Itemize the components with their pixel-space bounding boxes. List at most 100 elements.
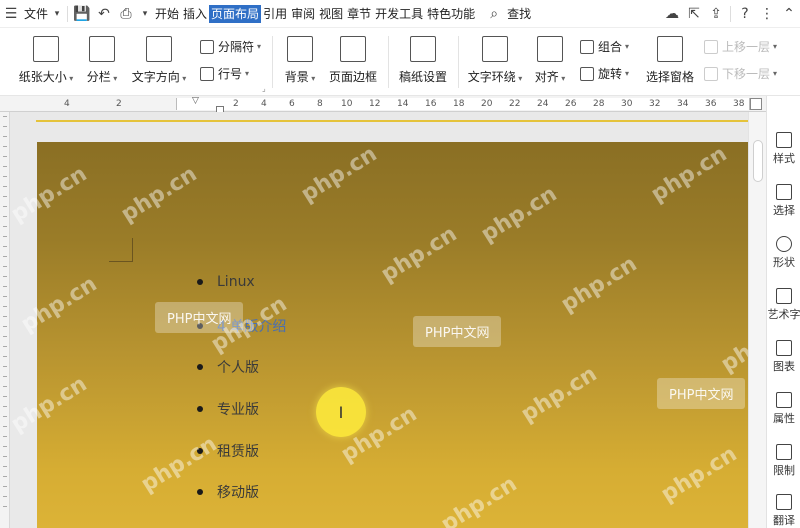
group-button[interactable]: 组合 ▾	[580, 38, 629, 55]
vertical-scrollbar[interactable]	[748, 112, 766, 528]
tab-page-layout[interactable]: 页面布局	[209, 4, 262, 23]
vruler-mark	[3, 376, 7, 377]
share-icon[interactable]: ⇱	[683, 0, 705, 28]
chevron-down-icon[interactable]: ▾	[50, 0, 64, 28]
file-menu[interactable]: 文件	[22, 0, 50, 28]
list-item[interactable]: Linux	[197, 274, 255, 290]
text-direction-button[interactable]: 文字方向	[128, 34, 190, 85]
ruler-tick: 18	[453, 99, 465, 109]
text-direction-icon	[146, 36, 172, 62]
vertical-ruler[interactable]	[0, 112, 10, 528]
vruler-mark	[3, 406, 7, 407]
line-number-button[interactable]: 行号 ▾	[200, 65, 249, 82]
export-icon[interactable]: ⇪	[705, 0, 727, 28]
rotate-button[interactable]: 旋转 ▾	[580, 65, 629, 82]
help-icon[interactable]: ?	[734, 0, 756, 28]
watermark: php.cn	[476, 181, 562, 248]
vruler-mark	[3, 456, 7, 457]
send-backward-icon	[704, 66, 718, 81]
columns-icon	[89, 36, 115, 62]
background-button[interactable]: 背景	[282, 34, 318, 85]
side-panel-translate[interactable]: 翻译	[767, 494, 800, 528]
tab-special-features[interactable]: 特色功能	[425, 0, 477, 28]
cloud-sync-icon[interactable]: ☁	[661, 0, 683, 28]
hamburger-menu-icon[interactable]: ☰	[0, 0, 22, 28]
document-page[interactable]: Linux 4 单版介绍 个人版 专业版 租赁版 移动版 php.cn php.…	[7, 142, 800, 528]
search-button[interactable]: 查找	[505, 0, 533, 28]
side-panel-wordart[interactable]: 艺术字	[767, 288, 800, 322]
align-button[interactable]: 对齐	[532, 34, 568, 85]
print-icon[interactable]: ⎙	[115, 0, 137, 28]
separator-button[interactable]: 分隔符 ▾	[200, 38, 261, 55]
ribbon-divider	[458, 36, 459, 88]
background-icon	[287, 36, 313, 62]
divider	[67, 5, 69, 22]
side-panel-shapes[interactable]: 形状	[767, 236, 800, 270]
ruler-tick: 24	[537, 99, 549, 109]
search-icon[interactable]: ⌕	[483, 0, 505, 28]
document-canvas[interactable]: Linux 4 单版介绍 个人版 专业版 租赁版 移动版 php.cn php.…	[7, 112, 800, 528]
tab-review[interactable]: 审阅	[289, 0, 317, 28]
watermark: php.cn	[556, 251, 642, 318]
align-icon	[537, 36, 563, 62]
list-item[interactable]: 租赁版	[197, 441, 259, 461]
paper-size-button[interactable]: 纸张大小	[14, 34, 78, 85]
vruler-mark	[3, 236, 7, 237]
vruler-mark	[3, 486, 7, 487]
vruler-mark	[3, 426, 7, 427]
more-chevron-icon[interactable]: ▾	[137, 0, 153, 28]
list-item[interactable]: 专业版	[197, 399, 259, 419]
vruler-mark	[3, 346, 7, 347]
text-wrap-button[interactable]: 文字环绕	[464, 34, 526, 85]
ruler-tick: 16	[425, 99, 437, 109]
save-icon[interactable]: 💾	[71, 0, 93, 28]
ruler-tick: 22	[509, 99, 521, 109]
bullet-icon	[197, 279, 203, 285]
list-item[interactable]: 移动版	[197, 482, 259, 502]
undo-redo-icon[interactable]: ↶	[93, 0, 115, 28]
side-panel-restrict[interactable]: 限制	[767, 444, 800, 478]
side-panel-styles[interactable]: 样式	[767, 132, 800, 166]
ribbon-page-layout: 纸张大小 分栏 文字方向 分隔符▾ 行号▾ 背景 页面边框 稿纸设置 文字环绕 …	[0, 28, 800, 96]
shapes-icon	[776, 236, 792, 252]
scrollbar-thumb[interactable]	[753, 140, 763, 182]
dialog-launcher-icon[interactable]: ⌟	[262, 84, 266, 93]
ribbon-divider	[388, 36, 389, 88]
tab-developer[interactable]: 开发工具	[373, 0, 425, 28]
tab-insert[interactable]: 插入	[181, 0, 209, 28]
ruler-toggle-button[interactable]	[750, 98, 762, 110]
side-panel-select[interactable]: 选择	[767, 184, 800, 218]
tab-home[interactable]: 开始	[153, 0, 181, 28]
ruler-tick: 2	[233, 99, 239, 109]
tab-section[interactable]: 章节	[345, 0, 373, 28]
vruler-mark	[3, 466, 7, 467]
side-panel-charts[interactable]: 图表	[767, 340, 800, 374]
page-border-button[interactable]: 页面边框	[326, 34, 380, 85]
columns-button[interactable]: 分栏	[82, 34, 122, 85]
selection-pane-button[interactable]: 选择窗格	[644, 34, 696, 85]
vruler-mark	[3, 116, 7, 117]
vruler-mark	[3, 246, 7, 247]
side-panel-properties[interactable]: 属性	[767, 392, 800, 426]
draft-paper-button[interactable]: 稿纸设置	[396, 34, 450, 85]
vruler-mark	[3, 396, 7, 397]
vruler-mark	[3, 216, 7, 217]
tab-references[interactable]: 引用	[261, 0, 289, 28]
indent-marker-icon[interactable]: ▽	[192, 96, 199, 106]
vruler-mark	[3, 126, 7, 127]
horizontal-ruler[interactable]: 4 2 2 4 6 8 10 12 14 16 18 20 22 24 26 2…	[0, 96, 766, 114]
vruler-mark	[3, 326, 7, 327]
more-options-icon[interactable]: ⋮	[756, 0, 778, 28]
ruler-tick: 20	[481, 99, 493, 109]
watermark: php.cn	[6, 161, 92, 228]
wordart-icon	[776, 288, 792, 304]
ruler-tick: 36	[705, 99, 717, 109]
vruler-mark	[3, 196, 7, 197]
tab-view[interactable]: 视图	[317, 0, 345, 28]
bring-forward-button[interactable]: 上移一层 ▾	[704, 38, 777, 55]
list-item[interactable]: 个人版	[197, 357, 259, 377]
watermark: php.cn	[656, 441, 742, 508]
send-backward-button[interactable]: 下移一层 ▾	[704, 65, 777, 82]
ruler-tick: 4	[261, 99, 267, 109]
collapse-ribbon-icon[interactable]: ⌃	[778, 0, 800, 28]
